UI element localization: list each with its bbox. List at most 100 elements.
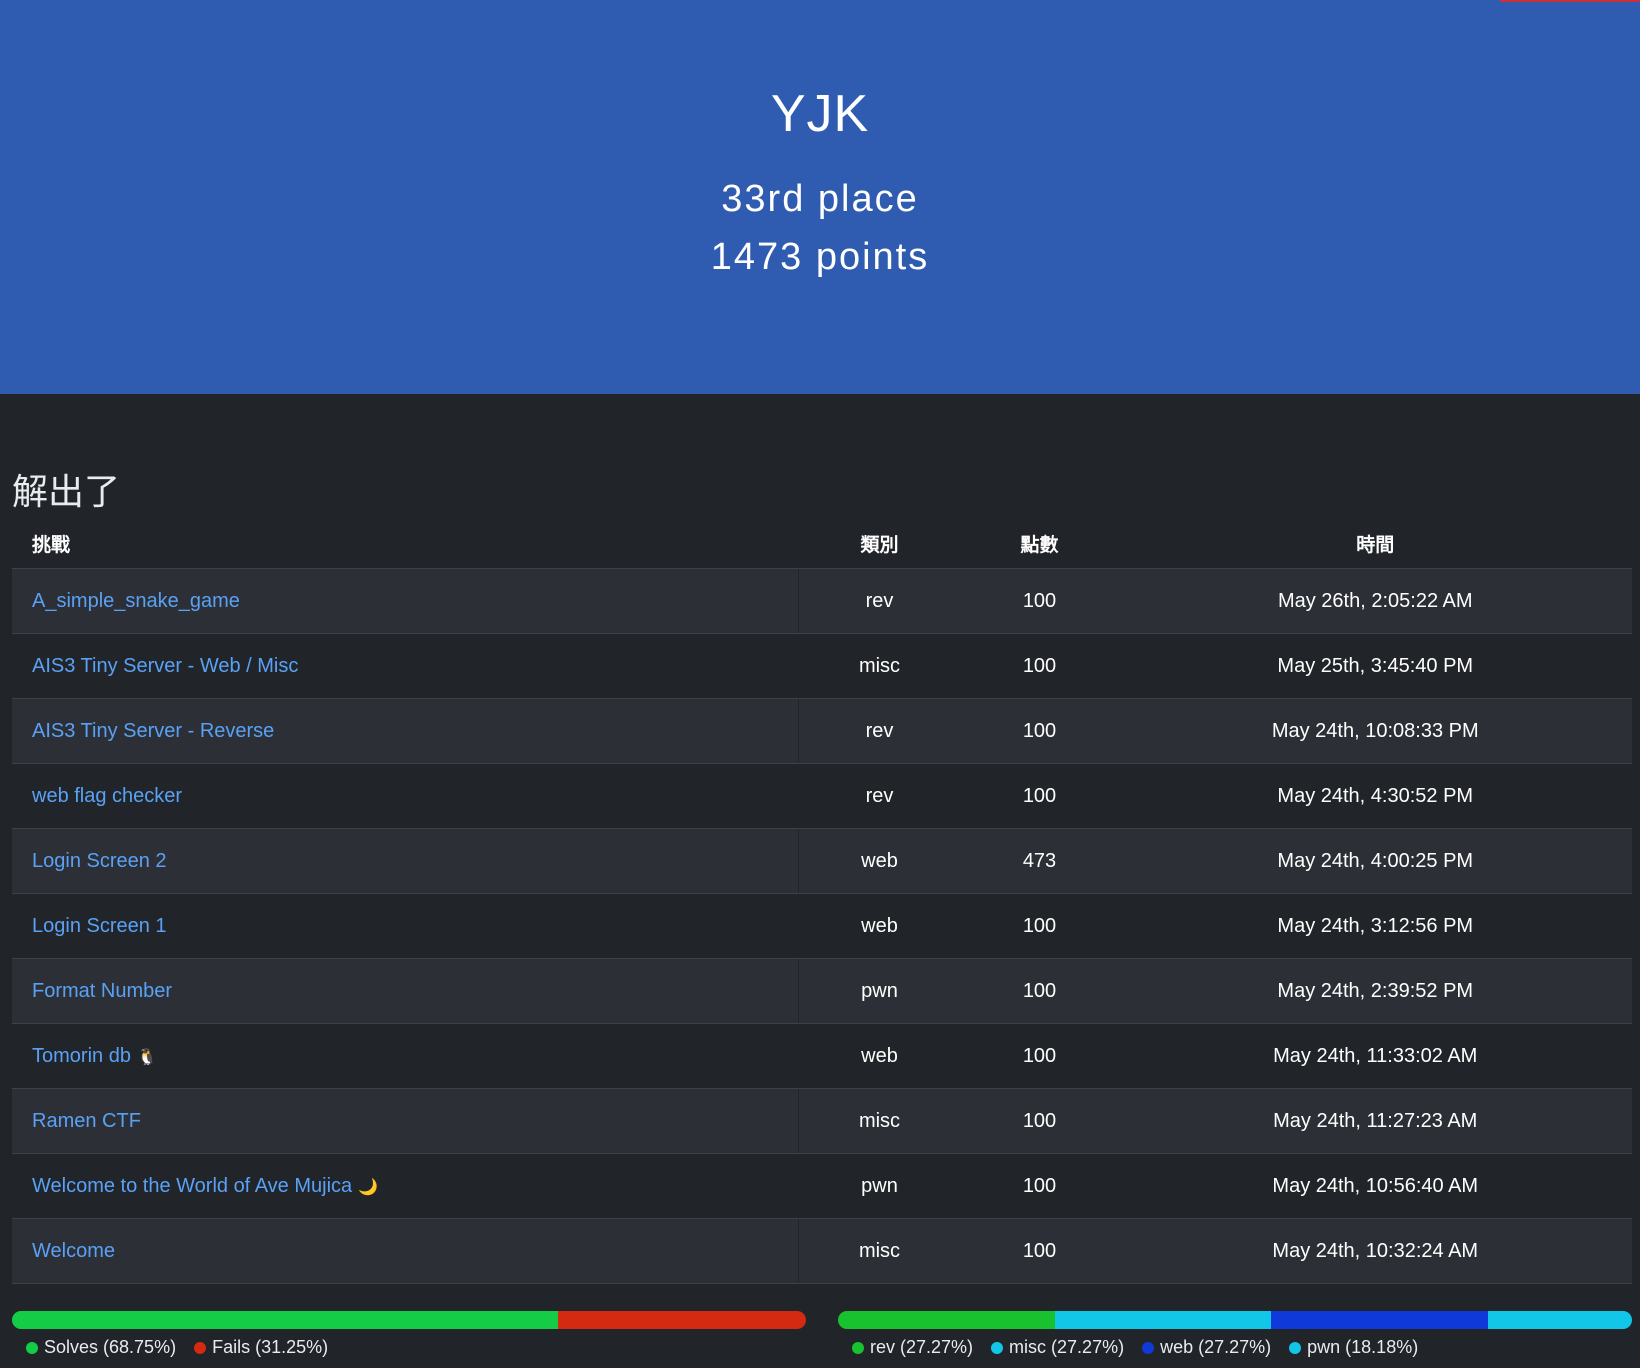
- legend-dot-icon: [1289, 1341, 1302, 1354]
- legend-dot-icon: [26, 1341, 38, 1354]
- legend-label: pwn (18.18%): [1307, 1337, 1419, 1357]
- time-cell: May 24th, 10:56:40 AM: [1118, 1153, 1632, 1219]
- category-cell: pwn: [797, 958, 961, 1024]
- points-cell: 100: [960, 893, 1119, 959]
- points-cell: 100: [960, 1088, 1119, 1154]
- legend-label: Solves (68.75%): [44, 1337, 177, 1357]
- table-row: Ramen CTF misc 100 May 24th, 11:27:23 AM: [12, 1088, 1632, 1154]
- points-cell: 100: [960, 1023, 1119, 1089]
- time-cell: May 24th, 11:27:23 AM: [1118, 1088, 1632, 1154]
- legend-label: rev (27.27%): [870, 1337, 974, 1357]
- table-row: Login Screen 1 web 100 May 24th, 3:12:56 PM: [12, 893, 1632, 959]
- challenge-link[interactable]: AIS3 Tiny Server - Web / Misc: [32, 655, 298, 677]
- category-cell: rev: [797, 763, 961, 829]
- time-cell: May 24th, 3:12:56 PM: [1118, 893, 1632, 959]
- points-cell: 100: [960, 633, 1119, 699]
- category-cell: misc: [797, 633, 961, 699]
- legend-item[interactable]: web (27.27%): [1142, 1337, 1271, 1358]
- solves-table: 挑戰 類別 點數 時間 A_simple_snake_game rev 100 May…: [12, 518, 1632, 1284]
- points-cell: 100: [960, 568, 1119, 634]
- category-chart: [838, 1311, 1632, 1329]
- table-row: web flag checker rev 100 May 24th, 4:30:52 …: [12, 763, 1632, 829]
- bar-segment: [557, 1311, 806, 1329]
- category-cell: pwn: [797, 1153, 961, 1219]
- category-cell: web: [797, 1023, 961, 1089]
- table-row: AIS3 Tiny Server - Web / Misc misc 100 May …: [12, 633, 1632, 699]
- challenge-link[interactable]: web flag checker: [32, 785, 182, 807]
- legend-item[interactable]: Solves (68.75%): [26, 1337, 176, 1358]
- category-legend: rev (27.27%) misc (27.27%) web (27.27%) pwn…: [852, 1337, 1418, 1358]
- challenge-cell: AIS3 Tiny Server - Web / Misc: [12, 633, 798, 699]
- challenge-link[interactable]: Login Screen 2: [32, 850, 167, 872]
- team-place: 33rd place: [721, 178, 919, 220]
- team-header: YJK 33rd place 1473 points: [0, 0, 1640, 394]
- solve-fail-chart: [12, 1311, 806, 1329]
- time-cell: May 26th, 2:05:22 AM: [1118, 568, 1632, 634]
- category-bar: [838, 1311, 1632, 1329]
- column-header-challenge: 挑戰: [12, 518, 798, 569]
- column-header-points: 點數: [960, 518, 1119, 569]
- time-cell: May 24th, 10:32:24 AM: [1118, 1218, 1632, 1284]
- time-cell: May 24th, 2:39:52 PM: [1118, 958, 1632, 1024]
- challenge-cell: Tomorin db 🐧: [12, 1023, 798, 1089]
- category-cell: rev: [797, 568, 961, 634]
- legend-item[interactable]: pwn (18.18%): [1289, 1337, 1418, 1358]
- points-cell: 100: [960, 1153, 1119, 1219]
- time-cell: May 24th, 4:30:52 PM: [1118, 763, 1632, 829]
- team-name: YJK: [770, 85, 870, 143]
- bar-segment: [838, 1311, 1055, 1329]
- accent-bar: [1500, 0, 1640, 2]
- legend-item[interactable]: misc (27.27%): [991, 1337, 1124, 1358]
- table-row: Format Number pwn 100 May 24th, 2:39:52 PM: [12, 958, 1632, 1024]
- legend-label: Fails (31.25%): [212, 1337, 329, 1357]
- table-row: Welcome misc 100 May 24th, 10:32:24 AM: [12, 1218, 1632, 1284]
- challenge-cell: web flag checker: [12, 763, 798, 829]
- bar-segment: [1271, 1311, 1488, 1329]
- team-points: 1473 points: [710, 236, 930, 278]
- table-row: Welcome to the World of Ave Mujica 🌙 pwn 10…: [12, 1153, 1632, 1219]
- column-header-category: 類別: [797, 518, 961, 569]
- legend-dot-icon: [194, 1341, 207, 1354]
- table-row: Login Screen 2 web 473 May 24th, 4:00:25 PM: [12, 828, 1632, 894]
- legend-item[interactable]: rev (27.27%): [852, 1337, 973, 1358]
- challenge-cell: Welcome to the World of Ave Mujica 🌙: [12, 1153, 798, 1219]
- legend-dot-icon: [1142, 1341, 1155, 1354]
- challenge-cell: Ramen CTF: [12, 1088, 798, 1154]
- bar-segment: [1054, 1311, 1272, 1329]
- bar-segment: [1487, 1311, 1632, 1329]
- table-row: Tomorin db 🐧 web 100 May 24th, 11:33:02 AM: [12, 1023, 1632, 1089]
- legend-dot-icon: [991, 1341, 1004, 1354]
- points-cell: 100: [960, 958, 1119, 1024]
- challenge-link[interactable]: Login Screen 1: [32, 915, 167, 937]
- points-cell: 100: [960, 1218, 1119, 1284]
- column-header-time: 時間: [1118, 518, 1632, 569]
- points-cell: 100: [960, 698, 1119, 764]
- challenge-cell: Welcome: [12, 1218, 798, 1284]
- legend-label: web (27.27%): [1160, 1337, 1272, 1357]
- time-cell: May 25th, 3:45:40 PM: [1118, 633, 1632, 699]
- time-cell: May 24th, 11:33:02 AM: [1118, 1023, 1632, 1089]
- category-cell: misc: [797, 1218, 961, 1284]
- solve-fail-bar: [12, 1311, 806, 1329]
- challenge-link[interactable]: Welcome to the World of Ave Mujica: [32, 1175, 352, 1197]
- points-cell: 100: [960, 763, 1119, 829]
- challenge-link[interactable]: Ramen CTF: [32, 1110, 141, 1132]
- solves-title: 解出了: [12, 472, 121, 513]
- challenge-cell: A_simple_snake_game: [12, 568, 798, 634]
- challenge-link[interactable]: Welcome: [32, 1240, 115, 1262]
- challenge-link[interactable]: A_simple_snake_game: [32, 590, 240, 612]
- bar-segment: [12, 1311, 558, 1329]
- solve-fail-legend: Solves (68.75%) Fails (31.25%): [26, 1337, 328, 1358]
- category-cell: web: [797, 828, 961, 894]
- challenge-link[interactable]: Tomorin db: [32, 1045, 131, 1067]
- legend-item[interactable]: Fails (31.25%): [194, 1337, 328, 1358]
- challenge-emoji-icon: 🌙: [358, 1178, 379, 1196]
- challenge-link[interactable]: AIS3 Tiny Server - Reverse: [32, 720, 274, 742]
- challenge-cell: AIS3 Tiny Server - Reverse: [12, 698, 798, 764]
- table-header-row: 挑戰 類別 點數 時間: [12, 518, 1632, 569]
- challenge-cell: Login Screen 2: [12, 828, 798, 894]
- time-cell: May 24th, 4:00:25 PM: [1118, 828, 1632, 894]
- time-cell: May 24th, 10:08:33 PM: [1118, 698, 1632, 764]
- challenge-link[interactable]: Format Number: [32, 980, 172, 1002]
- legend-dot-icon: [852, 1341, 864, 1354]
